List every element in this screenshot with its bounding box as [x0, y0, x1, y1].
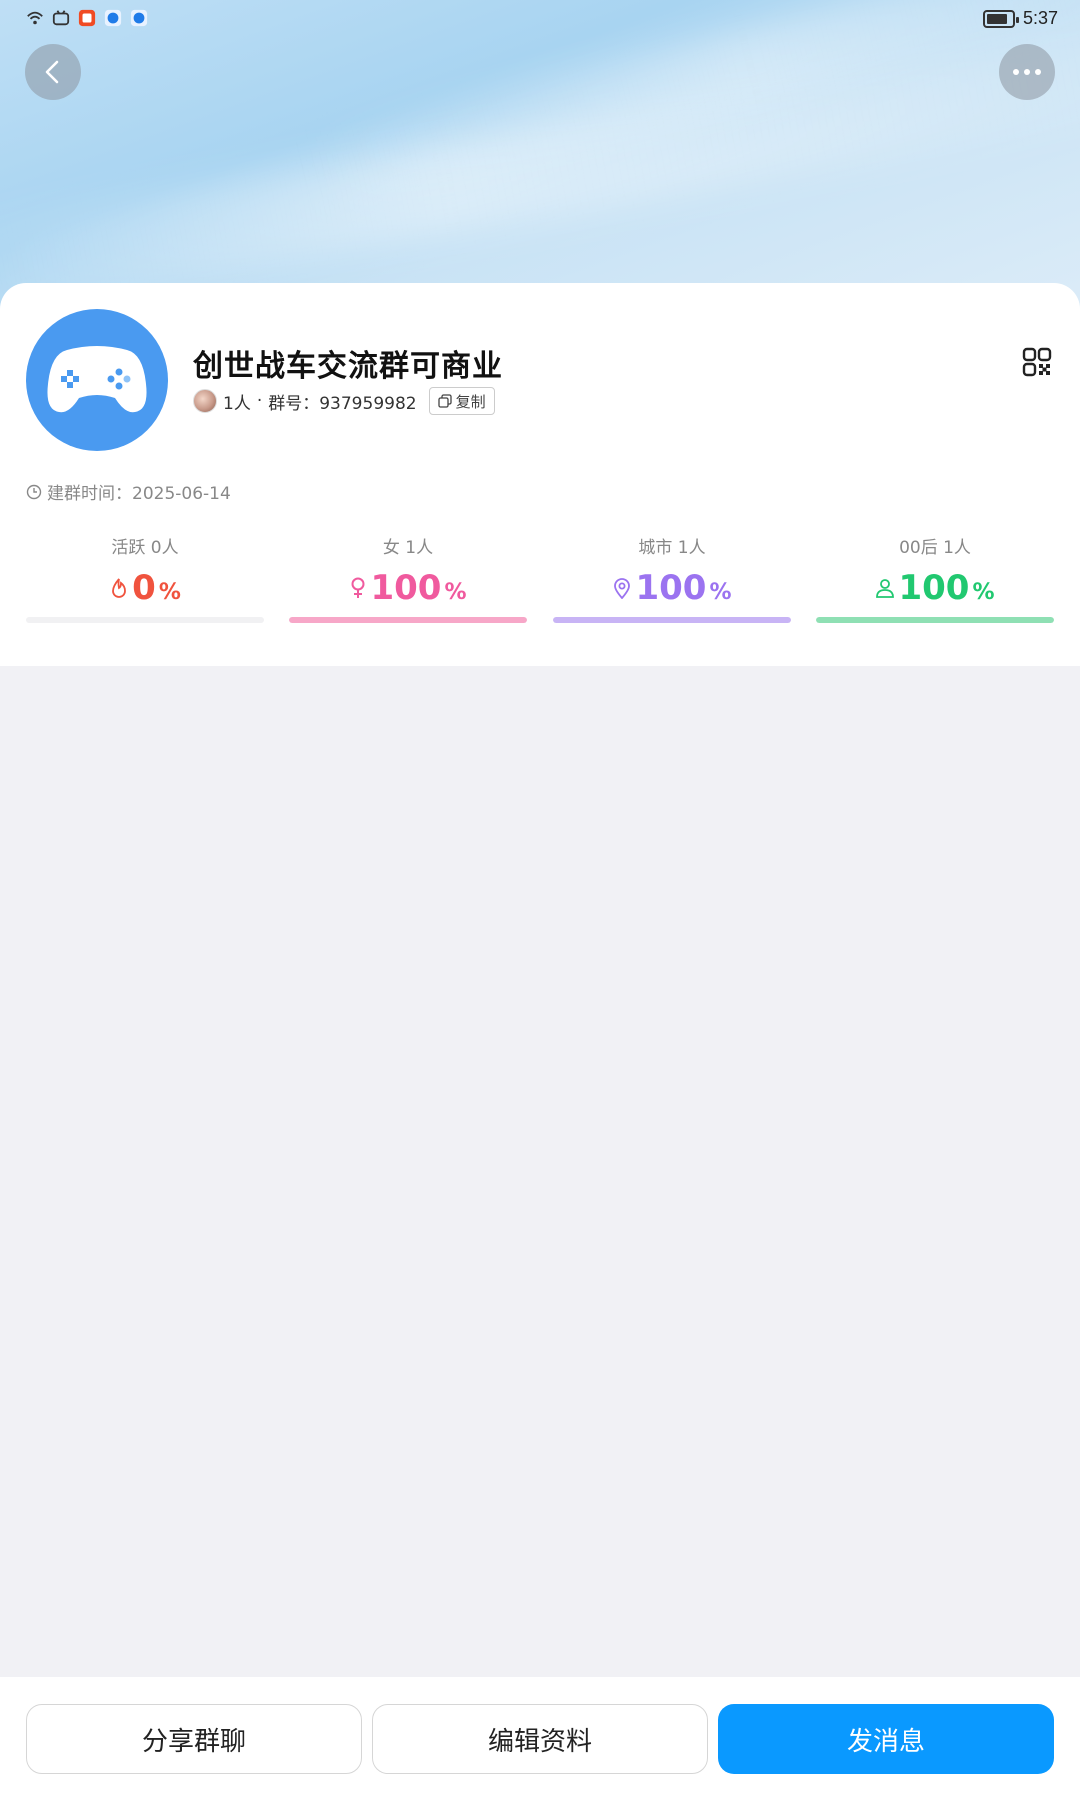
stat-female-unit: % [444, 580, 467, 605]
stat-active-value: 0 [132, 568, 156, 608]
copy-icon [437, 394, 452, 408]
created-date-row: 建群时间：2025-06-14 [26, 479, 231, 504]
meta-separator: · [256, 391, 263, 411]
stat-city-bar [553, 617, 791, 623]
share-group-button[interactable]: 分享群聊 [26, 1704, 362, 1774]
group-id: 群号：937959982 [268, 393, 417, 414]
stat-active[interactable]: 活跃 0人 0 % [26, 533, 264, 623]
stat-city-label: 城市 1人 [638, 538, 706, 558]
stat-female[interactable]: 女 1人 100 % [289, 533, 527, 623]
bottom-action-bar: 分享群聊 编辑资料 发消息 [0, 1677, 1080, 1800]
more-horizontal-icon [1013, 69, 1041, 75]
blue-dot-icon [130, 9, 148, 27]
copy-label: 复制 [455, 392, 486, 411]
created-date: 建群时间：2025-06-14 [47, 484, 231, 504]
stat-post00-bar [816, 617, 1054, 623]
gamepad-icon [47, 346, 147, 413]
header-background [0, 0, 1080, 320]
qr-code-icon[interactable] [1022, 347, 1052, 377]
flame-icon [112, 578, 127, 598]
chevron-left-icon [45, 60, 59, 84]
stat-post00-unit: % [972, 580, 995, 605]
group-avatar[interactable] [26, 309, 168, 451]
status-bar: 5:37 [0, 0, 1080, 40]
stat-female-label: 女 1人 [382, 538, 434, 558]
status-time: 5:37 [1022, 8, 1058, 28]
group-info-card: 创世战车交流群可商业 1人 · 群号：937959982 复制 建群时间：202… [0, 283, 1080, 666]
stat-post00-label: 00后 1人 [899, 538, 971, 558]
member-avatar[interactable] [193, 389, 217, 413]
stat-active-unit: % [158, 580, 181, 605]
stat-post00[interactable]: 00后 1人 100 % [816, 533, 1054, 623]
back-button[interactable] [25, 44, 81, 100]
stat-female-bar [289, 617, 527, 623]
edit-profile-button[interactable]: 编辑资料 [372, 1704, 708, 1774]
app-icon [78, 9, 96, 27]
member-count[interactable]: 1人 [223, 389, 251, 414]
location-icon [614, 578, 631, 599]
stat-post00-value: 100 [898, 568, 970, 608]
send-message-button[interactable]: 发消息 [718, 1704, 1054, 1774]
stat-female-value: 100 [370, 568, 442, 608]
battery-icon [982, 9, 1019, 28]
copy-button[interactable]: 复制 [428, 387, 495, 415]
stat-city-unit: % [709, 580, 732, 605]
wifi-icon [27, 11, 43, 25]
blue-dot-icon [104, 9, 122, 27]
group-name: 创世战车交流群可商业 [193, 349, 503, 384]
person-icon [876, 579, 895, 598]
clock-icon [26, 484, 42, 499]
group-meta-row: 1人 · 群号：937959982 复制 [193, 387, 495, 415]
group-profile-page: 5:37 创世战车交流群可商业 1人 · 群号：937959982 复制 建群时… [0, 0, 1080, 1800]
female-icon [351, 577, 365, 598]
stat-city[interactable]: 城市 1人 100 % [553, 533, 791, 623]
stat-active-label: 活跃 0人 [111, 538, 179, 558]
bilibili-icon [52, 10, 70, 26]
stat-city-value: 100 [635, 568, 707, 608]
stat-active-bar [26, 617, 264, 623]
more-button[interactable] [999, 44, 1055, 100]
member-stats: 活跃 0人 0 % 女 1人 100 % 城市 1人 100 % 00后 1人 … [26, 533, 1054, 623]
